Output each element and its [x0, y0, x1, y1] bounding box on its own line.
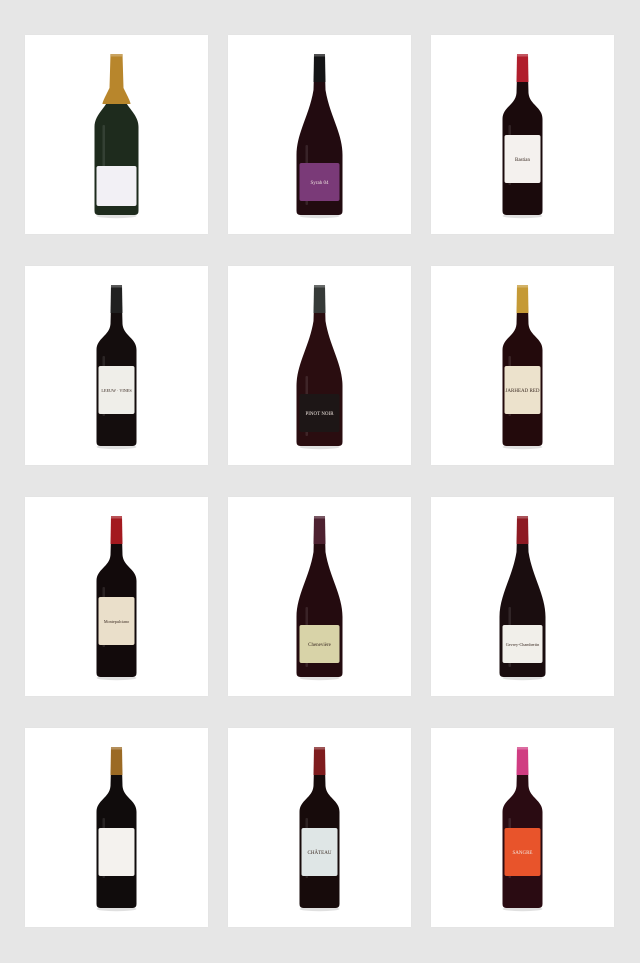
jarhead-red-bottle-image: JARHEAD RED: [502, 285, 543, 450]
gevrey-chambertin-bottle-image: Gevrey-Chambertin: [499, 516, 546, 681]
bottle-label-text: SANGRE: [512, 851, 532, 856]
bottle-card[interactable]: SANGRE: [431, 728, 614, 927]
cheneviere-bottle-image: Chenevière: [296, 516, 343, 681]
bottle-card[interactable]: [25, 728, 208, 927]
chateau-label-bottle-image: CHÂTEAU: [299, 747, 340, 912]
colorful-label-bottle-image: SANGRE: [502, 747, 543, 912]
bottle-capsule: [313, 516, 326, 544]
bottle-label-text: LEEUW · VINES: [101, 388, 132, 393]
bottle-capsule: [516, 747, 529, 775]
bottle-card[interactable]: JARHEAD RED: [431, 266, 614, 465]
bottle-capsule: [516, 285, 529, 313]
pinot-bottle-purple-label-image: Syrah 04: [296, 54, 343, 219]
sparkling-wine-bottle-image: [94, 54, 139, 219]
bottle-card[interactable]: Chenevière: [228, 497, 411, 696]
wine-bottle-grid: Syrah 04 Bastian LEEUW · VINES PINOT NOIR JA…: [0, 0, 640, 963]
bottle-label-text: Gevrey-Chambertin: [506, 642, 540, 647]
bottle-capsule: [313, 747, 326, 775]
bottle-label-text: Syrah 04: [311, 181, 329, 186]
bottle-label-text: Chenevière: [308, 643, 332, 648]
bottle-capsule: [110, 516, 123, 544]
bottle-card[interactable]: LEEUW · VINES: [25, 266, 208, 465]
red-wine-kiss-label-image: Bastian: [502, 54, 543, 219]
bottle-capsule: [102, 54, 131, 104]
bottle-card[interactable]: CHÂTEAU: [228, 728, 411, 927]
bottle-card[interactable]: Syrah 04: [228, 35, 411, 234]
bottle-card[interactable]: [25, 35, 208, 234]
leeuw-vines-bottle-image: LEEUW · VINES: [96, 285, 137, 450]
bottle-card[interactable]: Gevrey-Chambertin: [431, 497, 614, 696]
white-label-star-bottle-image: [96, 747, 137, 912]
bottle-label-text: Bastian: [515, 158, 530, 163]
bottle-card[interactable]: Montepulciano: [25, 497, 208, 696]
bottle-label: [98, 828, 135, 876]
bottle-label-text: JARHEAD RED: [505, 389, 539, 394]
bottle-label-text: CHÂTEAU: [308, 850, 332, 856]
bottle-capsule: [516, 54, 529, 82]
bottle-capsule: [313, 54, 326, 82]
bottle-capsule: [313, 285, 326, 313]
bottle-label-text: PINOT NOIR: [305, 412, 334, 417]
bottle-capsule: [110, 747, 123, 775]
bottle-label: [96, 166, 137, 206]
bottle-card[interactable]: Bastian: [431, 35, 614, 234]
bottle-label-text: Montepulciano: [104, 619, 129, 624]
bottle-capsule: [516, 516, 529, 544]
dark-pinot-bottle-image: PINOT NOIR: [296, 285, 343, 450]
bottle-card[interactable]: PINOT NOIR: [228, 266, 411, 465]
bottle-capsule: [110, 285, 123, 313]
montepulciano-bottle-image: Montepulciano: [96, 516, 137, 681]
